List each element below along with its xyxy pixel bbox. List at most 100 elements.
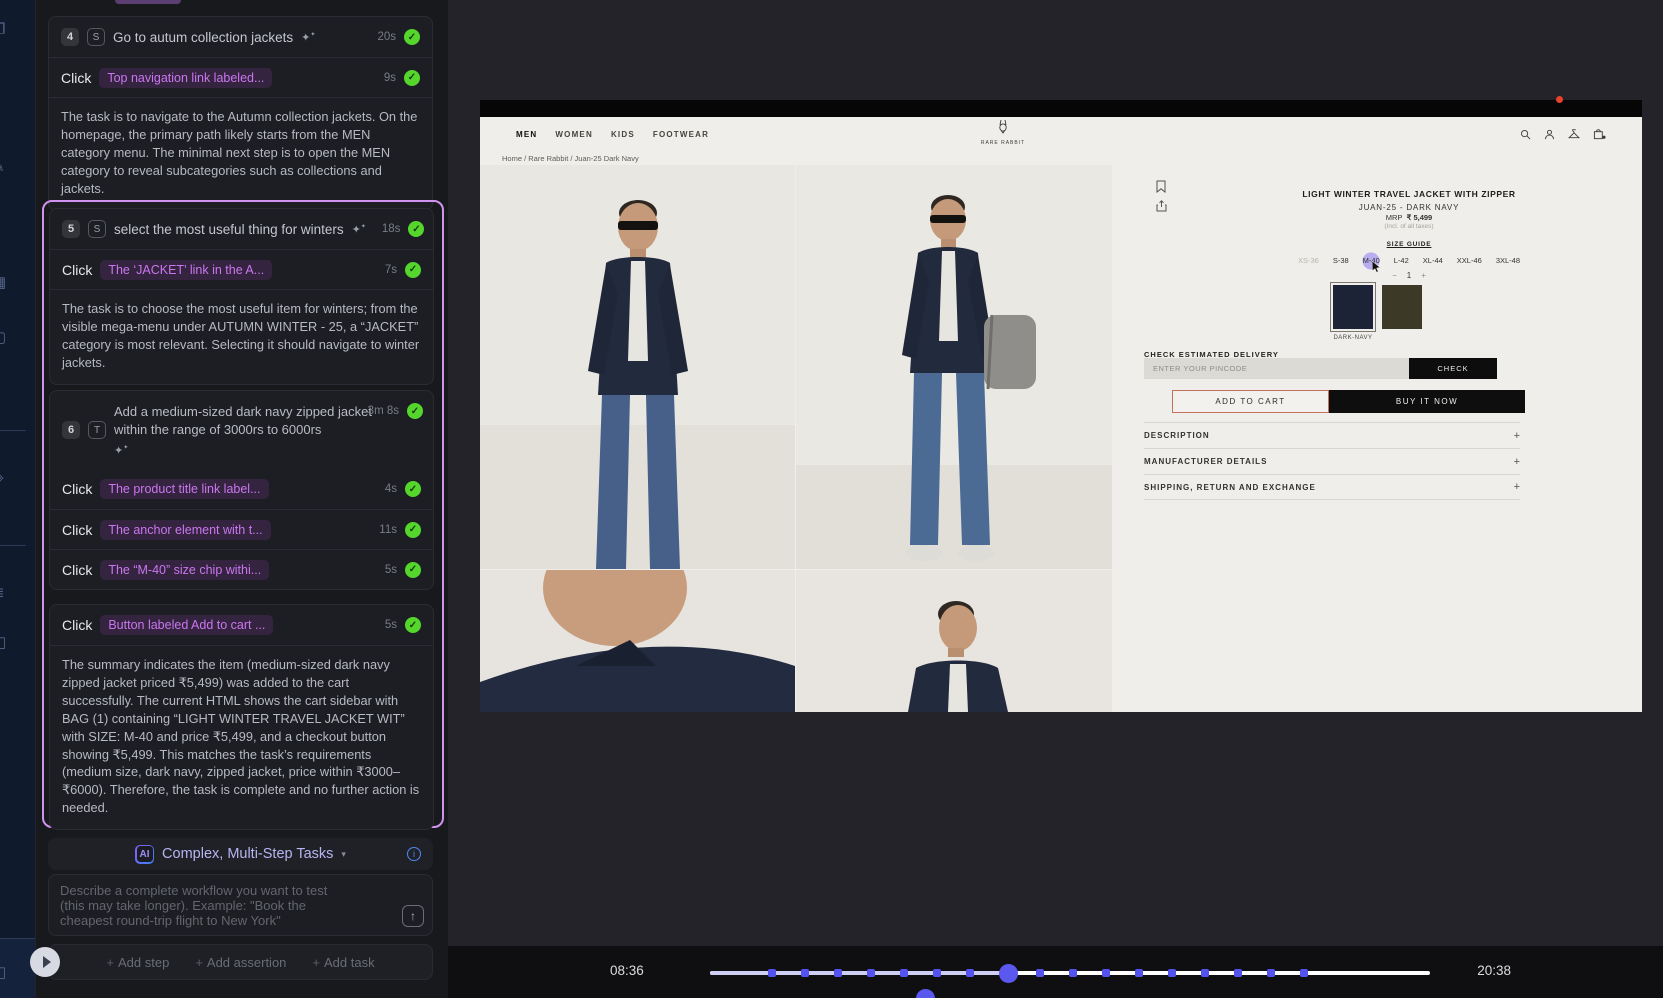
color-label: DARK-NAVY (1088, 335, 1618, 341)
rail-icon[interactable]: ▢ (0, 330, 6, 345)
action-verb: Click (61, 70, 91, 86)
timeline-marker[interactable] (900, 969, 908, 977)
recording-dot (1556, 96, 1563, 103)
timeline-marker[interactable] (1168, 969, 1176, 977)
action-row[interactable]: Click Button labeled Add to cart ... 5s … (50, 605, 433, 645)
product-price: MRP ₹ 5,499 (1144, 213, 1642, 222)
breadcrumb[interactable]: Home / Rare Rabbit / Juan-25 Dark Navy (502, 154, 639, 163)
action-duration: 11s (379, 524, 397, 536)
action-row[interactable]: Click The anchor element with t... 11s ✓ (50, 509, 433, 549)
qty-minus-button[interactable]: − (1392, 271, 1397, 280)
timeline-marker[interactable] (1234, 969, 1242, 977)
size-chip-xxl-46[interactable]: XXL-46 (1457, 256, 1482, 265)
product-photo-3[interactable] (480, 570, 795, 712)
sparkle-icon (301, 31, 315, 44)
timeline-marker[interactable] (801, 969, 809, 977)
size-chip-xl-44[interactable]: XL-44 (1423, 256, 1443, 265)
task-number-badge: 6 (62, 421, 80, 439)
qty-plus-button[interactable]: + (1421, 271, 1426, 280)
rail-icon[interactable]: ≡ (0, 80, 1, 95)
nav-item-kids[interactable]: KIDS (611, 130, 635, 139)
task-type-selector[interactable]: AI Complex, Multi-Step Tasks ▾ i (48, 838, 433, 870)
task-panel: 4 S Go to autum collection jackets 20s ✓… (36, 0, 448, 998)
action-row[interactable]: Click Top navigation link labeled... 9s … (49, 57, 432, 97)
model-with-backpack-photo (796, 165, 1112, 569)
add-task-button[interactable]: +Add task (312, 955, 374, 970)
info-icon[interactable]: i (407, 847, 421, 861)
step-header[interactable]: 5 S select the most useful thing for win… (50, 209, 433, 249)
size-chip-3xl-48[interactable]: 3XL-48 (1496, 256, 1520, 265)
timeline-elapsed-fill (710, 971, 1009, 975)
step-title: Go to autum collection jackets (113, 30, 293, 45)
timeline-marker[interactable] (867, 969, 875, 977)
action-row[interactable]: Click The product title link label... 4s… (50, 469, 433, 509)
timeline-marker[interactable] (834, 969, 842, 977)
buy-it-now-button[interactable]: BUY IT NOW (1329, 390, 1525, 413)
timeline-track[interactable] (710, 971, 1430, 975)
add-step-button[interactable]: +Add step (106, 955, 169, 970)
chevron-down-icon[interactable]: ▾ (341, 849, 346, 860)
rail-icon[interactable]: ◫ (0, 965, 6, 980)
accordion-description[interactable]: DESCRIPTION + (1144, 422, 1520, 448)
product-photo-1[interactable] (480, 165, 795, 569)
rail-icon[interactable]: ◧ (0, 635, 6, 650)
product-photo-4[interactable] (796, 570, 1112, 712)
size-chip-l-42[interactable]: L-42 (1394, 256, 1409, 265)
success-check-icon: ✓ (405, 262, 421, 278)
swatch-dark-navy[interactable] (1333, 285, 1373, 329)
rail-icon[interactable]: ◔ (0, 220, 1, 235)
task-result-card: Click Button labeled Add to cart ... 5s … (49, 604, 434, 830)
timeline-playhead[interactable] (999, 964, 1018, 983)
timeline-marker[interactable] (768, 969, 776, 977)
size-guide-link[interactable]: SIZE GUIDE (1144, 241, 1642, 248)
check-button[interactable]: CHECK (1409, 358, 1497, 379)
nav-item-men[interactable]: MEN (516, 130, 537, 139)
panel-collapse-handle[interactable] (30, 947, 60, 977)
task-type-label: Complex, Multi-Step Tasks (162, 846, 333, 862)
rail-icon[interactable]: ❐ (0, 22, 5, 37)
size-chip-s-38[interactable]: S-38 (1333, 256, 1349, 265)
task-header[interactable]: 6 T Add a medium-sized dark navy zipped … (50, 391, 433, 469)
action-row[interactable]: Click The “M-40” size chip withi... 5s ✓ (50, 549, 433, 589)
step-description: The task is to choose the most useful it… (50, 289, 433, 384)
timeline-marker[interactable] (1267, 969, 1275, 977)
timeline-marker[interactable] (966, 969, 974, 977)
timeline-marker[interactable] (1135, 969, 1143, 977)
product-photo-2[interactable] (796, 165, 1112, 569)
submit-arrow-button[interactable]: ↑ (402, 905, 424, 927)
timeline-marker[interactable] (1300, 969, 1308, 977)
rail-icon[interactable]: ◈ (0, 470, 4, 485)
rail-icon[interactable]: ≣ (0, 585, 5, 600)
size-chip-xs-36[interactable]: XS-36 (1298, 256, 1319, 265)
site-logo[interactable]: RARE RABBIT (973, 119, 1033, 146)
action-target-pill: The “M-40” size chip withi... (100, 560, 269, 580)
timeline-marker[interactable] (933, 969, 941, 977)
success-check-icon: ✓ (407, 403, 423, 419)
nav-item-women[interactable]: WOMEN (555, 130, 593, 139)
size-chip-m-40[interactable]: M-40 (1363, 256, 1380, 265)
rail-divider (0, 545, 26, 546)
rail-icon[interactable]: ✎ (0, 160, 5, 175)
timeline-marker[interactable] (1036, 969, 1044, 977)
accordion-shipping-return-and-exchange[interactable]: SHIPPING, RETURN AND EXCHANGE + (1144, 474, 1520, 500)
swatch-olive[interactable] (1382, 285, 1422, 329)
add-assertion-button[interactable]: +Add assertion (195, 955, 286, 970)
timeline-marker[interactable] (1069, 969, 1077, 977)
accordion-manufacturer-details[interactable]: MANUFACTURER DETAILS + (1144, 448, 1520, 474)
add-to-cart-button[interactable]: ADD TO CART (1172, 390, 1329, 413)
timeline-marker[interactable] (1102, 969, 1110, 977)
action-target-pill: The product title link label... (100, 479, 268, 499)
pincode-input[interactable] (1144, 358, 1409, 379)
sparkle-icon (352, 223, 366, 236)
rabbit-icon (995, 119, 1011, 134)
nav-item-footwear[interactable]: FOOTWEAR (653, 130, 709, 139)
action-row[interactable]: Click The ‘JACKET’ link in the A... 7s ✓ (50, 249, 433, 289)
timeline-marker[interactable] (1201, 969, 1209, 977)
workflow-textarea[interactable] (49, 875, 432, 935)
purchase-buttons: ADD TO CART BUY IT NOW (1172, 390, 1525, 413)
step-header[interactable]: 4 S Go to autum collection jackets 20s ✓ (49, 17, 432, 57)
workflow-input-card: ↑ (48, 874, 433, 936)
qty-value: 1 (1407, 271, 1411, 280)
rail-icon[interactable]: ▦ (0, 275, 6, 290)
action-target-pill: Top navigation link labeled... (99, 68, 272, 88)
